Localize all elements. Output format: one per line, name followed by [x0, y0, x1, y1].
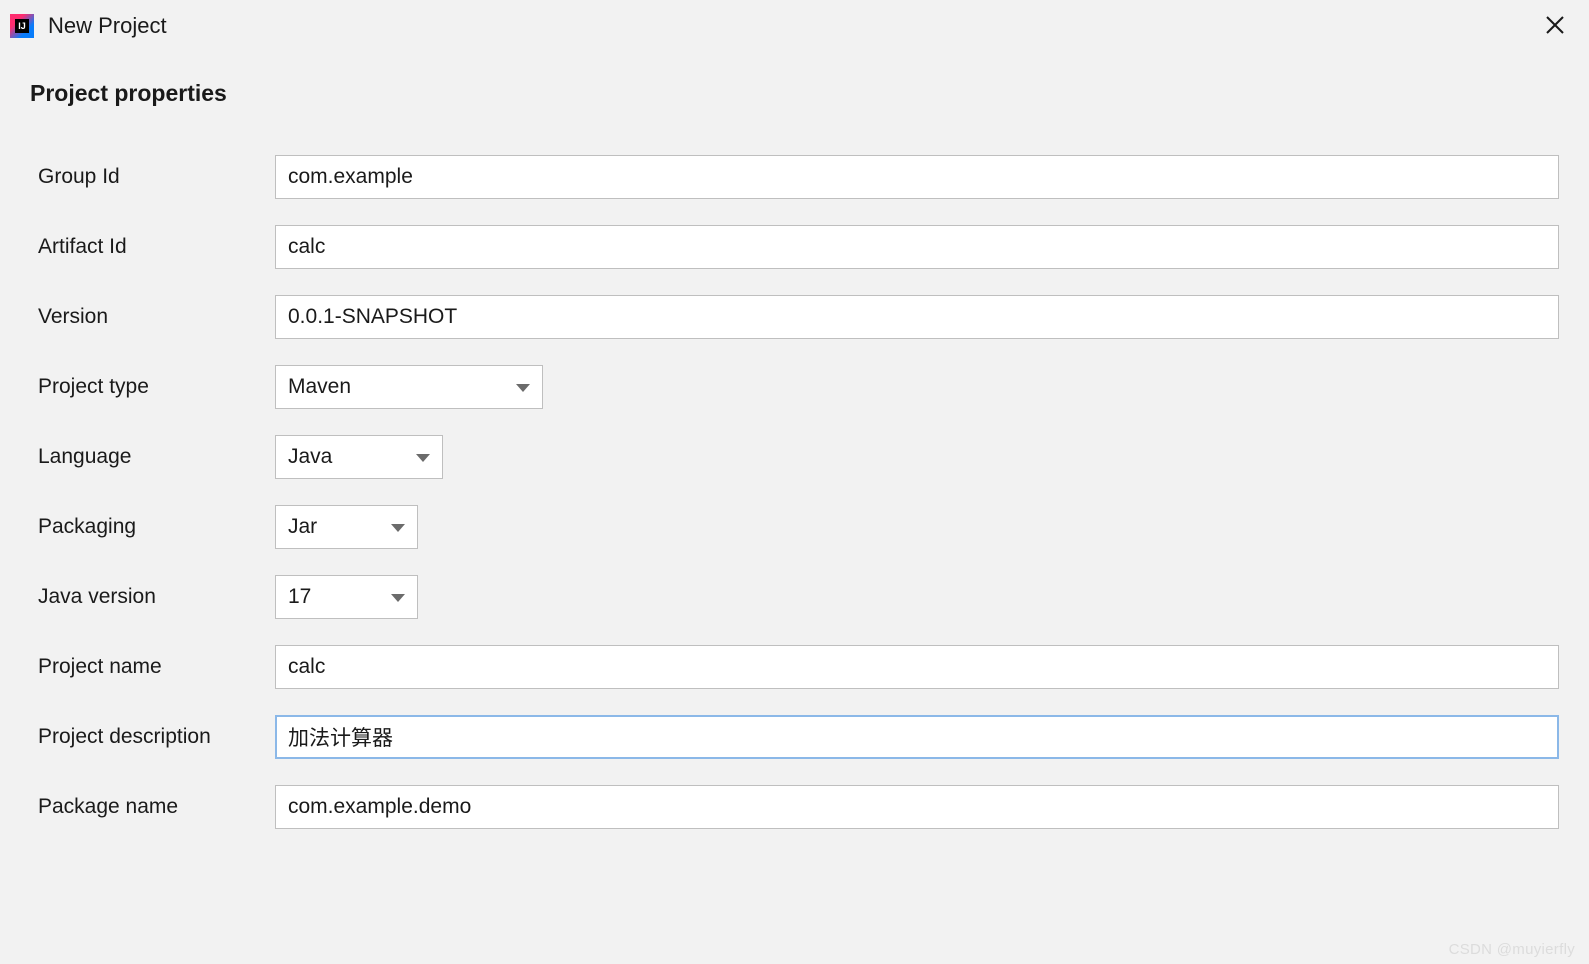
close-icon[interactable] — [1539, 10, 1571, 42]
row-package-name: Package name — [30, 785, 1559, 829]
select-java-version[interactable]: 17 — [275, 575, 418, 619]
row-group-id: Group Id — [30, 155, 1559, 199]
label-packaging: Packaging — [30, 515, 275, 539]
row-project-description: Project description — [30, 715, 1559, 759]
row-packaging: Packaging Jar — [30, 505, 1559, 549]
title-left: IJ New Project — [10, 13, 167, 39]
input-project-name[interactable] — [275, 645, 1559, 689]
label-package-name: Package name — [30, 795, 275, 819]
input-artifact-id[interactable] — [275, 225, 1559, 269]
chevron-down-icon — [416, 445, 430, 469]
label-project-description: Project description — [30, 725, 275, 749]
label-artifact-id: Artifact Id — [30, 235, 275, 259]
label-group-id: Group Id — [30, 165, 275, 189]
label-version: Version — [30, 305, 275, 329]
label-java-version: Java version — [30, 585, 275, 609]
label-language: Language — [30, 445, 275, 469]
select-language-value: Java — [288, 445, 332, 469]
row-artifact-id: Artifact Id — [30, 225, 1559, 269]
select-java-version-value: 17 — [288, 585, 311, 609]
input-version[interactable] — [275, 295, 1559, 339]
select-packaging-value: Jar — [288, 515, 317, 539]
label-project-type: Project type — [30, 375, 275, 399]
input-group-id[interactable] — [275, 155, 1559, 199]
content-area: Project properties Group Id Artifact Id … — [0, 52, 1589, 829]
input-project-description[interactable] — [275, 715, 1559, 759]
row-project-type: Project type Maven — [30, 365, 1559, 409]
row-project-name: Project name — [30, 645, 1559, 689]
chevron-down-icon — [391, 515, 405, 539]
window-title: New Project — [48, 13, 167, 39]
section-title: Project properties — [30, 80, 1559, 107]
input-package-name[interactable] — [275, 785, 1559, 829]
select-project-type[interactable]: Maven — [275, 365, 543, 409]
title-bar: IJ New Project — [0, 0, 1589, 52]
label-project-name: Project name — [30, 655, 275, 679]
row-version: Version — [30, 295, 1559, 339]
intellij-icon: IJ — [10, 14, 34, 38]
chevron-down-icon — [516, 375, 530, 399]
select-project-type-value: Maven — [288, 375, 351, 399]
select-packaging[interactable]: Jar — [275, 505, 418, 549]
chevron-down-icon — [391, 585, 405, 609]
select-language[interactable]: Java — [275, 435, 443, 479]
row-language: Language Java — [30, 435, 1559, 479]
watermark: CSDN @muyierfly — [1449, 941, 1575, 958]
row-java-version: Java version 17 — [30, 575, 1559, 619]
